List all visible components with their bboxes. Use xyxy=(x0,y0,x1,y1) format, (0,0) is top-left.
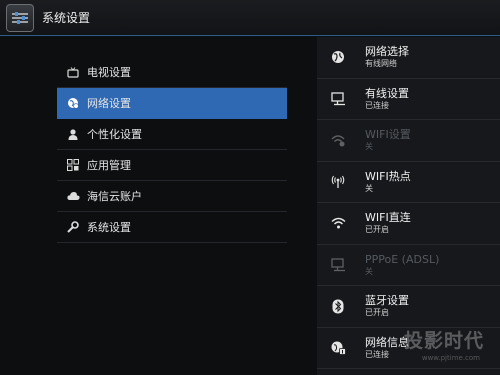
wired-monitor-icon xyxy=(325,92,351,106)
wrench-icon xyxy=(63,221,83,233)
network-item-network-selection[interactable]: 网络选择 有线网络 xyxy=(317,37,500,79)
network-item-title: 网络选择 xyxy=(365,45,409,59)
network-item-wifi-direct[interactable]: WIFI直连 已开启 xyxy=(317,203,500,245)
network-item-status: 已开启 xyxy=(365,225,389,235)
menu-item-label: 个性化设置 xyxy=(87,128,142,141)
network-item-wired-settings[interactable]: 有线设置 已连接 xyxy=(317,79,500,120)
watermark-logo: 投影时代 xyxy=(403,330,484,352)
menu-item-personalization[interactable]: 个性化设置 xyxy=(57,119,287,150)
pppoe-monitor-icon xyxy=(325,258,351,272)
menu-item-app-management[interactable]: 应用管理 xyxy=(57,150,287,181)
network-item-bluetooth-settings[interactable]: 蓝牙设置 已开启 xyxy=(317,286,500,328)
title-bar: 系统设置 xyxy=(0,0,500,36)
network-item-status: 有线网络 xyxy=(365,59,397,69)
network-item-title: 有线设置 xyxy=(365,86,409,100)
network-item-title: WIFI热点 xyxy=(365,169,411,183)
globe-icon xyxy=(325,50,351,64)
network-item-title: PPPoE (ADSL) xyxy=(365,252,440,266)
menu-item-label: 网络设置 xyxy=(87,97,131,110)
menu-item-system-settings[interactable]: 系统设置 xyxy=(57,212,287,243)
menu-item-network-settings[interactable]: 网络设置 xyxy=(57,88,287,119)
cloud-icon xyxy=(63,191,83,201)
window-title: 系统设置 xyxy=(42,11,91,25)
settings-menu: 电视设置 网络设置 个性化设置 应用管理 海信云账户 系统设置 xyxy=(57,57,287,243)
network-info-icon xyxy=(325,341,351,355)
network-item-title: 网络信息 xyxy=(365,335,409,349)
network-item-status: 已连接 xyxy=(365,349,389,359)
watermark-url: www.pjtime.com xyxy=(421,354,480,362)
network-globe-icon xyxy=(63,97,83,109)
menu-item-tv-settings[interactable]: 电视设置 xyxy=(57,57,287,88)
settings-sliders-icon xyxy=(6,3,34,32)
menu-item-label: 海信云账户 xyxy=(87,190,142,203)
network-item-wifi-settings: WIFI设置 关 xyxy=(317,120,500,162)
wifi-gear-icon xyxy=(325,134,351,147)
left-menu-panel: 电视设置 网络设置 个性化设置 应用管理 海信云账户 系统设置 xyxy=(0,37,300,375)
apps-grid-icon xyxy=(63,159,83,171)
menu-item-cloud-account[interactable]: 海信云账户 xyxy=(57,181,287,212)
menu-item-label: 系统设置 xyxy=(87,221,131,234)
network-options-panel: 网络选择 有线网络 有线设置 已连接 WIFI设置 关 WIFI热点 关 WIF… xyxy=(317,37,500,375)
hotspot-icon xyxy=(325,175,351,189)
network-item-pppoe: PPPoE (ADSL) 关 xyxy=(317,245,500,286)
network-item-status: 关 xyxy=(365,142,373,152)
network-item-title: WIFI设置 xyxy=(365,128,411,142)
network-item-status: 关 xyxy=(365,266,373,276)
bluetooth-icon xyxy=(325,299,351,314)
menu-item-label: 应用管理 xyxy=(87,159,131,172)
wifi-icon xyxy=(325,217,351,229)
network-item-status: 关 xyxy=(365,183,373,193)
network-item-status: 已连接 xyxy=(365,100,389,110)
network-item-status: 已开启 xyxy=(365,308,389,318)
network-item-title: 蓝牙设置 xyxy=(365,294,409,308)
tv-icon xyxy=(63,66,83,78)
person-icon xyxy=(63,128,83,140)
network-item-wifi-hotspot[interactable]: WIFI热点 关 xyxy=(317,162,500,203)
network-item-title: WIFI直连 xyxy=(365,211,411,225)
menu-item-label: 电视设置 xyxy=(87,66,131,79)
